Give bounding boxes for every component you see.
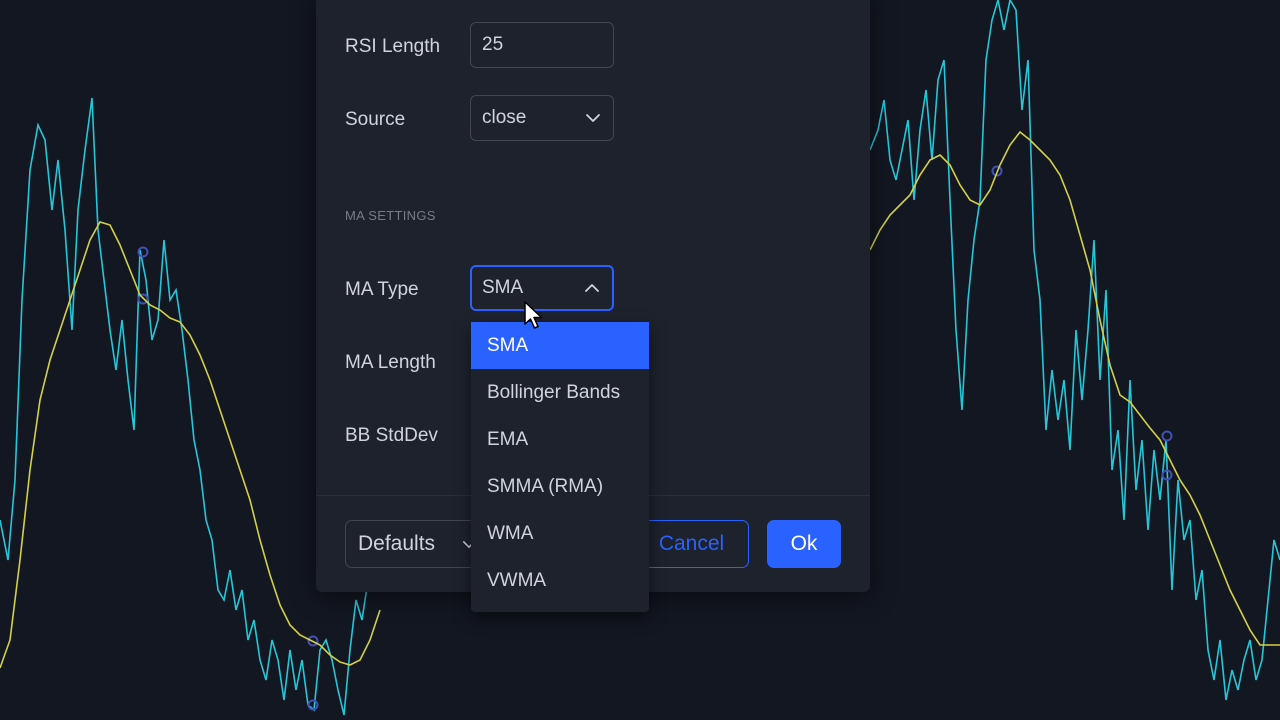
source-select[interactable]: close [470,95,614,141]
dropdown-option-bollinger-bands[interactable]: Bollinger Bands [471,369,649,416]
source-label: Source [345,109,406,130]
dropdown-option-vwma[interactable]: VWMA [471,557,649,604]
rsi-length-input[interactable]: 25 [470,22,614,68]
rsi-length-label: RSI Length [345,36,441,57]
ma-type-label: MA Type [345,279,419,300]
dropdown-option-sma[interactable]: SMA [471,322,649,369]
ma-settings-section-title: MA SETTINGS [345,208,436,223]
ma-type-value: SMA [482,277,524,298]
chevron-down-icon [586,114,600,122]
mouse-pointer-icon [524,301,543,329]
dropdown-option-ema[interactable]: EMA [471,416,649,463]
ma-type-dropdown-menu: SMA Bollinger Bands EMA SMMA (RMA) WMA V… [471,322,649,612]
dropdown-option-wma[interactable]: WMA [471,510,649,557]
bb-stddev-label: BB StdDev [345,425,438,446]
cancel-button[interactable]: Cancel [634,520,749,568]
ma-length-label: MA Length [345,352,436,373]
ok-button[interactable]: Ok [767,520,841,568]
ma-line-right [869,130,1280,646]
source-value: close [482,107,527,128]
chevron-up-icon [585,284,599,292]
rsi-line-right [869,0,1280,701]
dropdown-option-smma-rma[interactable]: SMMA (RMA) [471,463,649,510]
defaults-label: Defaults [358,532,436,555]
